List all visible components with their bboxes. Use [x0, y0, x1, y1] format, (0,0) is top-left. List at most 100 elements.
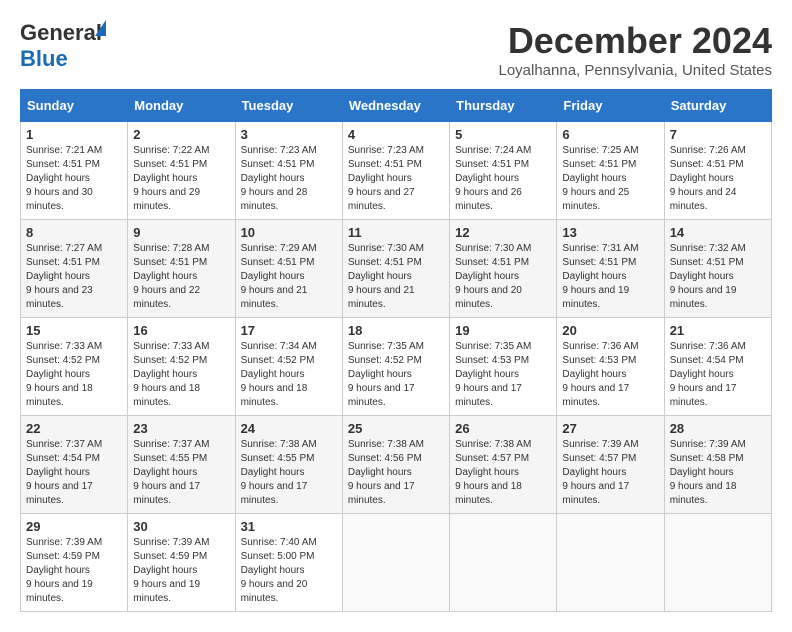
- day-number: 7: [670, 127, 766, 142]
- day-info: Sunrise: 7:32 AM Sunset: 4:51 PM Dayligh…: [670, 242, 766, 312]
- table-row: 21 Sunrise: 7:36 AM Sunset: 4:54 PM Dayl…: [664, 318, 771, 416]
- day-number: 4: [348, 127, 444, 142]
- day-number: 27: [562, 421, 658, 436]
- day-number: 19: [455, 323, 551, 338]
- title-area: December 2024 Loyalhanna, Pennsylvania, …: [498, 20, 772, 79]
- table-row: 27 Sunrise: 7:39 AM Sunset: 4:57 PM Dayl…: [557, 416, 664, 514]
- day-info: Sunrise: 7:33 AM Sunset: 4:52 PM Dayligh…: [26, 340, 122, 410]
- table-row: 13 Sunrise: 7:31 AM Sunset: 4:51 PM Dayl…: [557, 220, 664, 318]
- day-number: 9: [133, 225, 229, 240]
- day-number: 23: [133, 421, 229, 436]
- day-number: 21: [670, 323, 766, 338]
- table-row: 5 Sunrise: 7:24 AM Sunset: 4:51 PM Dayli…: [450, 122, 557, 220]
- table-row: 6 Sunrise: 7:25 AM Sunset: 4:51 PM Dayli…: [557, 122, 664, 220]
- day-number: 3: [241, 127, 337, 142]
- day-number: 13: [562, 225, 658, 240]
- day-number: 11: [348, 225, 444, 240]
- calendar-title: December 2024: [498, 20, 772, 62]
- day-number: 28: [670, 421, 766, 436]
- day-number: 24: [241, 421, 337, 436]
- day-info: Sunrise: 7:27 AM Sunset: 4:51 PM Dayligh…: [26, 242, 122, 312]
- day-info: Sunrise: 7:24 AM Sunset: 4:51 PM Dayligh…: [455, 144, 551, 214]
- day-info: Sunrise: 7:26 AM Sunset: 4:51 PM Dayligh…: [670, 144, 766, 214]
- day-number: 30: [133, 519, 229, 534]
- day-info: Sunrise: 7:23 AM Sunset: 4:51 PM Dayligh…: [241, 144, 337, 214]
- day-number: 2: [133, 127, 229, 142]
- calendar-table: Sunday Monday Tuesday Wednesday Thursday…: [20, 89, 772, 612]
- day-number: 8: [26, 225, 122, 240]
- table-row: 24 Sunrise: 7:38 AM Sunset: 4:55 PM Dayl…: [235, 416, 342, 514]
- table-row: 18 Sunrise: 7:35 AM Sunset: 4:52 PM Dayl…: [342, 318, 449, 416]
- header: General Blue December 2024 Loyalhanna, P…: [20, 20, 772, 79]
- day-info: Sunrise: 7:23 AM Sunset: 4:51 PM Dayligh…: [348, 144, 444, 214]
- table-row: 10 Sunrise: 7:29 AM Sunset: 4:51 PM Dayl…: [235, 220, 342, 318]
- table-row: 15 Sunrise: 7:33 AM Sunset: 4:52 PM Dayl…: [21, 318, 128, 416]
- day-info: Sunrise: 7:25 AM Sunset: 4:51 PM Dayligh…: [562, 144, 658, 214]
- table-row: 19 Sunrise: 7:35 AM Sunset: 4:53 PM Dayl…: [450, 318, 557, 416]
- day-info: Sunrise: 7:31 AM Sunset: 4:51 PM Dayligh…: [562, 242, 658, 312]
- table-row: 22 Sunrise: 7:37 AM Sunset: 4:54 PM Dayl…: [21, 416, 128, 514]
- table-row: 1 Sunrise: 7:21 AM Sunset: 4:51 PM Dayli…: [21, 122, 128, 220]
- day-number: 25: [348, 421, 444, 436]
- col-thursday: Thursday: [450, 90, 557, 122]
- calendar-week-5: 29 Sunrise: 7:39 AM Sunset: 4:59 PM Dayl…: [21, 514, 772, 612]
- day-number: 6: [562, 127, 658, 142]
- table-row: 8 Sunrise: 7:27 AM Sunset: 4:51 PM Dayli…: [21, 220, 128, 318]
- logo: General Blue: [20, 20, 102, 72]
- day-number: 10: [241, 225, 337, 240]
- table-row: 17 Sunrise: 7:34 AM Sunset: 4:52 PM Dayl…: [235, 318, 342, 416]
- day-info: Sunrise: 7:22 AM Sunset: 4:51 PM Dayligh…: [133, 144, 229, 214]
- table-row: 16 Sunrise: 7:33 AM Sunset: 4:52 PM Dayl…: [128, 318, 235, 416]
- table-row: 26 Sunrise: 7:38 AM Sunset: 4:57 PM Dayl…: [450, 416, 557, 514]
- day-number: 29: [26, 519, 122, 534]
- day-info: Sunrise: 7:37 AM Sunset: 4:54 PM Dayligh…: [26, 438, 122, 508]
- table-row: 2 Sunrise: 7:22 AM Sunset: 4:51 PM Dayli…: [128, 122, 235, 220]
- table-row: 28 Sunrise: 7:39 AM Sunset: 4:58 PM Dayl…: [664, 416, 771, 514]
- day-number: 16: [133, 323, 229, 338]
- calendar-week-3: 15 Sunrise: 7:33 AM Sunset: 4:52 PM Dayl…: [21, 318, 772, 416]
- day-info: Sunrise: 7:36 AM Sunset: 4:53 PM Dayligh…: [562, 340, 658, 410]
- day-info: Sunrise: 7:39 AM Sunset: 4:57 PM Dayligh…: [562, 438, 658, 508]
- day-info: Sunrise: 7:28 AM Sunset: 4:51 PM Dayligh…: [133, 242, 229, 312]
- day-info: Sunrise: 7:39 AM Sunset: 4:58 PM Dayligh…: [670, 438, 766, 508]
- day-number: 31: [241, 519, 337, 534]
- table-row: 30 Sunrise: 7:39 AM Sunset: 4:59 PM Dayl…: [128, 514, 235, 612]
- table-row: 4 Sunrise: 7:23 AM Sunset: 4:51 PM Dayli…: [342, 122, 449, 220]
- day-info: Sunrise: 7:39 AM Sunset: 4:59 PM Dayligh…: [133, 536, 229, 606]
- day-number: 18: [348, 323, 444, 338]
- day-number: 20: [562, 323, 658, 338]
- day-number: 1: [26, 127, 122, 142]
- day-info: Sunrise: 7:38 AM Sunset: 4:56 PM Dayligh…: [348, 438, 444, 508]
- table-row: 31 Sunrise: 7:40 AM Sunset: 5:00 PM Dayl…: [235, 514, 342, 612]
- table-row: 3 Sunrise: 7:23 AM Sunset: 4:51 PM Dayli…: [235, 122, 342, 220]
- day-number: 17: [241, 323, 337, 338]
- day-info: Sunrise: 7:38 AM Sunset: 4:55 PM Dayligh…: [241, 438, 337, 508]
- day-info: Sunrise: 7:40 AM Sunset: 5:00 PM Dayligh…: [241, 536, 337, 606]
- table-row: 11 Sunrise: 7:30 AM Sunset: 4:51 PM Dayl…: [342, 220, 449, 318]
- day-number: 12: [455, 225, 551, 240]
- day-info: Sunrise: 7:36 AM Sunset: 4:54 PM Dayligh…: [670, 340, 766, 410]
- day-info: Sunrise: 7:38 AM Sunset: 4:57 PM Dayligh…: [455, 438, 551, 508]
- col-saturday: Saturday: [664, 90, 771, 122]
- calendar-week-2: 8 Sunrise: 7:27 AM Sunset: 4:51 PM Dayli…: [21, 220, 772, 318]
- day-info: Sunrise: 7:33 AM Sunset: 4:52 PM Dayligh…: [133, 340, 229, 410]
- day-number: 15: [26, 323, 122, 338]
- calendar-week-1: 1 Sunrise: 7:21 AM Sunset: 4:51 PM Dayli…: [21, 122, 772, 220]
- col-sunday: Sunday: [21, 90, 128, 122]
- day-info: Sunrise: 7:29 AM Sunset: 4:51 PM Dayligh…: [241, 242, 337, 312]
- day-info: Sunrise: 7:21 AM Sunset: 4:51 PM Dayligh…: [26, 144, 122, 214]
- table-row: 9 Sunrise: 7:28 AM Sunset: 4:51 PM Dayli…: [128, 220, 235, 318]
- table-row: 12 Sunrise: 7:30 AM Sunset: 4:51 PM Dayl…: [450, 220, 557, 318]
- header-row: Sunday Monday Tuesday Wednesday Thursday…: [21, 90, 772, 122]
- day-info: Sunrise: 7:35 AM Sunset: 4:52 PM Dayligh…: [348, 340, 444, 410]
- day-number: 14: [670, 225, 766, 240]
- table-row: 29 Sunrise: 7:39 AM Sunset: 4:59 PM Dayl…: [21, 514, 128, 612]
- col-tuesday: Tuesday: [235, 90, 342, 122]
- table-row: [342, 514, 449, 612]
- day-info: Sunrise: 7:34 AM Sunset: 4:52 PM Dayligh…: [241, 340, 337, 410]
- col-wednesday: Wednesday: [342, 90, 449, 122]
- logo-blue: Blue: [20, 46, 68, 71]
- calendar-week-4: 22 Sunrise: 7:37 AM Sunset: 4:54 PM Dayl…: [21, 416, 772, 514]
- day-number: 26: [455, 421, 551, 436]
- calendar-subtitle: Loyalhanna, Pennsylvania, United States: [498, 62, 772, 79]
